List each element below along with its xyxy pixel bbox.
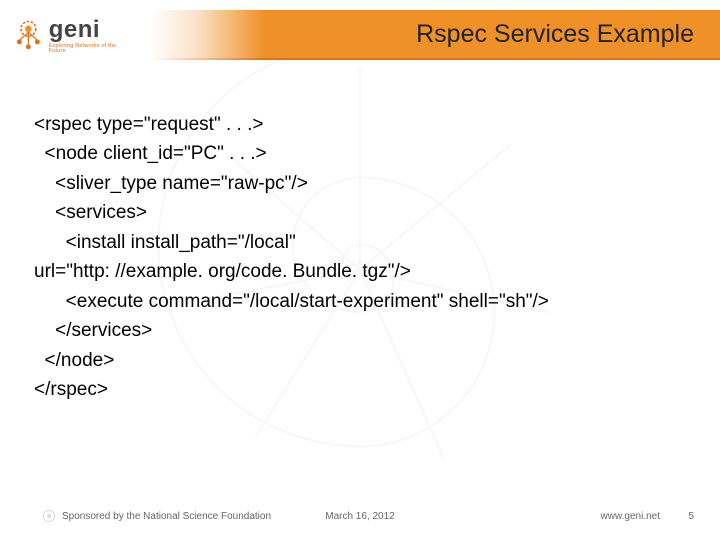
code-line: </rspec> <box>34 375 690 404</box>
logo-mark-icon <box>12 19 45 53</box>
slide-footer: Sponsored by the National Science Founda… <box>0 506 720 526</box>
code-line: <node client_id="PC" . . .> <box>34 139 690 168</box>
slide-title: Rspec Services Example <box>416 20 694 49</box>
logo-word: geni <box>49 18 132 42</box>
code-line: <install install_path="/local" <box>34 228 690 257</box>
code-line: <services> <box>34 198 690 227</box>
code-line: </node> <box>34 346 690 375</box>
footer-sponsor: Sponsored by the National Science Founda… <box>42 509 271 523</box>
slide-header: geni Exploring Networks of the Future Rs… <box>0 0 720 72</box>
title-bar: Rspec Services Example <box>150 10 720 58</box>
logo-tagline: Exploring Networks of the Future <box>49 44 132 55</box>
geni-logo: geni Exploring Networks of the Future <box>12 6 132 66</box>
footer-date: March 16, 2012 <box>325 511 395 522</box>
footer-site: www.geni.net <box>601 511 660 522</box>
code-line: <execute command="/local/start-experimen… <box>34 287 690 316</box>
code-line: url="http: //example. org/code. Bundle. … <box>34 257 690 286</box>
code-line: <sliver_type name="raw-pc"/> <box>34 169 690 198</box>
code-line: </services> <box>34 316 690 345</box>
footer-page-number: 5 <box>688 511 694 522</box>
code-line: <rspec type="request" . . .> <box>34 110 690 139</box>
code-block: <rspec type="request" . . .> <node clien… <box>34 110 690 404</box>
sponsor-text: Sponsored by the National Science Founda… <box>62 511 271 522</box>
nsf-icon <box>42 509 56 523</box>
